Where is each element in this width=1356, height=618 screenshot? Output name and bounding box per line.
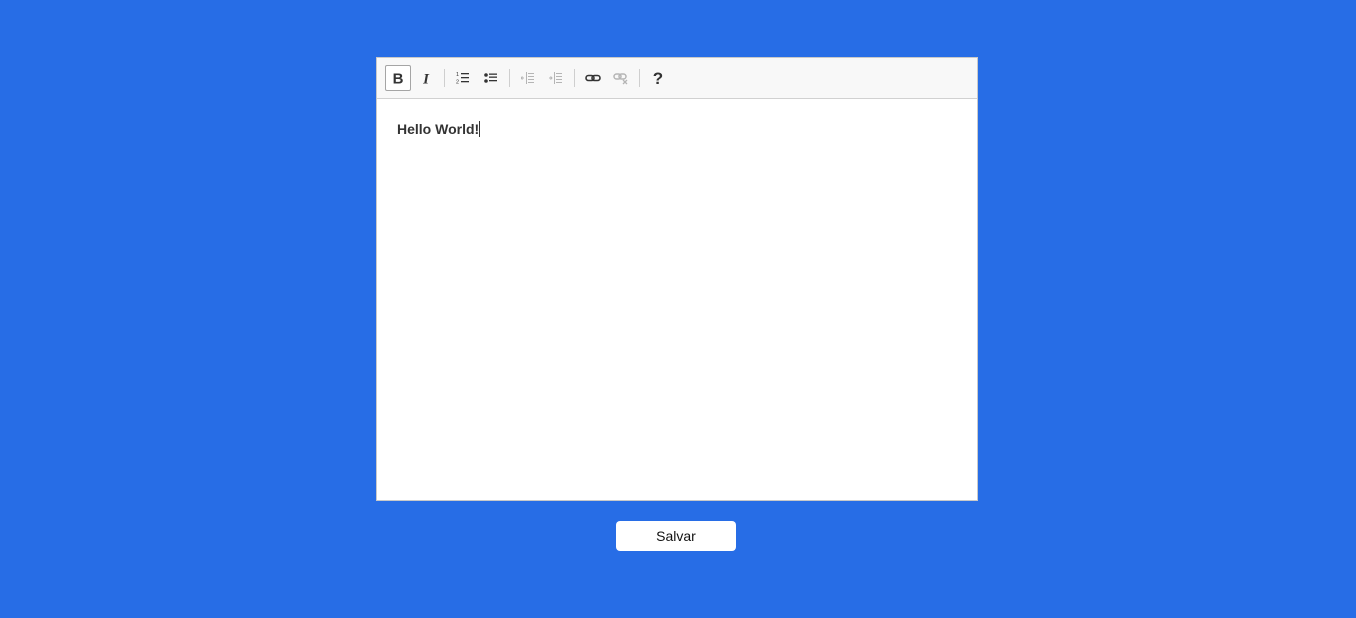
link-button[interactable] <box>580 65 606 91</box>
help-button[interactable]: ? <box>645 65 671 91</box>
toolbar-separator <box>639 69 640 87</box>
svg-text:2: 2 <box>456 80 459 86</box>
svg-text:?: ? <box>653 70 663 86</box>
editor-content-area[interactable]: Hello World! <box>377 99 977 159</box>
toolbar-separator <box>509 69 510 87</box>
save-button[interactable]: Salvar <box>616 521 736 551</box>
italic-icon: I <box>422 72 430 86</box>
bulleted-list-icon <box>484 73 497 83</box>
unlink-icon <box>613 73 628 85</box>
numbered-list-button[interactable]: 1 2 <box>450 65 476 91</box>
bold-icon: B <box>393 71 404 85</box>
toolbar-separator <box>574 69 575 87</box>
bulleted-list-button[interactable] <box>478 65 504 91</box>
numbered-list-icon: 1 2 <box>456 72 469 86</box>
indent-icon <box>549 72 562 84</box>
outdent-icon <box>521 72 534 84</box>
text-cursor <box>479 121 481 137</box>
link-icon <box>585 74 601 82</box>
help-icon: ? <box>653 70 663 86</box>
outdent-button[interactable] <box>515 65 541 91</box>
rich-text-editor: B I 1 2 ? Hello World! <box>376 57 978 501</box>
indent-button[interactable] <box>543 65 569 91</box>
svg-text:B: B <box>393 71 404 85</box>
bold-button[interactable]: B <box>385 65 411 91</box>
toolbar-separator <box>444 69 445 87</box>
editor-text: Hello World! <box>397 121 480 137</box>
svg-text:1: 1 <box>456 72 459 78</box>
unlink-button[interactable] <box>608 65 634 91</box>
svg-text:I: I <box>422 72 430 86</box>
editor-toolbar: B I 1 2 ? <box>377 58 977 99</box>
italic-button[interactable]: I <box>413 65 439 91</box>
